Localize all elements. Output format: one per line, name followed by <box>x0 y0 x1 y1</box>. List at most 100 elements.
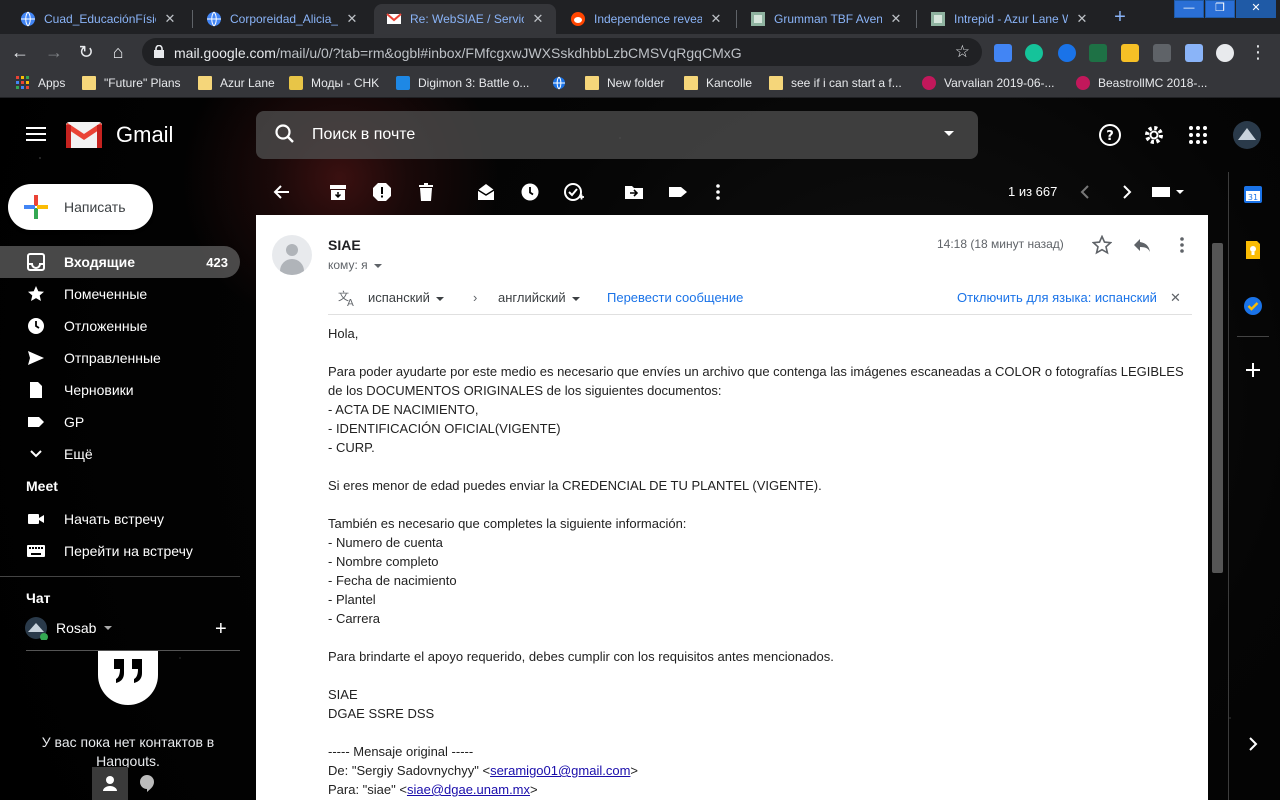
report-spam-icon[interactable] <box>372 182 392 202</box>
browser-tab[interactable]: Grumman TBF Avenge ✕ <box>738 4 914 34</box>
main-menu-icon[interactable] <box>26 127 46 145</box>
address-bar[interactable]: mail.google.com/mail/u/0/?tab=rm&ogbl#in… <box>142 38 982 66</box>
extension-icon[interactable] <box>1121 44 1139 62</box>
chat-user[interactable]: Rosab <box>24 616 113 640</box>
close-tab-icon[interactable]: ✕ <box>530 11 546 27</box>
browser-tab[interactable]: Corporeidad_Alicia_Gr ✕ <box>194 4 370 34</box>
bookmark-item[interactable]: New folder <box>585 76 664 90</box>
help-icon[interactable]: ? <box>1098 123 1122 147</box>
back-arrow-icon[interactable] <box>272 182 292 202</box>
tasks-icon[interactable] <box>1243 296 1263 316</box>
more-vertical-icon[interactable] <box>708 182 728 202</box>
chevron-right-icon[interactable] <box>1243 734 1263 754</box>
input-tools-keyboard-icon[interactable] <box>1152 182 1188 202</box>
bookmark-item[interactable]: Varvalian 2019-06-... <box>922 76 1055 90</box>
close-tab-icon[interactable]: ✕ <box>888 11 904 27</box>
compose-button[interactable]: Написать <box>8 184 153 230</box>
restore-button[interactable]: ❐ <box>1205 0 1235 18</box>
gmail-wordmark: Gmail <box>116 122 174 147</box>
translate-extension-icon[interactable] <box>994 44 1012 62</box>
reply-arrow-icon[interactable] <box>1132 235 1152 255</box>
search-options-dropdown-icon[interactable] <box>944 131 954 136</box>
profile-avatar[interactable] <box>1216 44 1234 62</box>
extension-icon[interactable] <box>1153 44 1171 62</box>
close-tab-icon[interactable]: ✕ <box>344 11 360 27</box>
keep-icon[interactable] <box>1243 240 1263 260</box>
close-window-button[interactable]: ✕ <box>1236 0 1276 18</box>
bookmark-item[interactable]: "Future" Plans <box>82 76 181 90</box>
search-icon[interactable] <box>274 123 296 145</box>
bookmark-item[interactable] <box>552 76 574 90</box>
bookmark-item[interactable]: Azur Lane <box>198 76 275 90</box>
forward-arrow-icon[interactable]: → <box>42 40 66 64</box>
nav-more[interactable]: Ещё <box>0 438 240 470</box>
bookmark-item[interactable]: Apps <box>16 76 65 90</box>
settings-gear-icon[interactable] <box>1142 123 1166 147</box>
status-dropdown-icon[interactable] <box>104 626 113 630</box>
bookmark-item[interactable]: Digimon 3: Battle o... <box>396 76 529 90</box>
close-tab-icon[interactable]: ✕ <box>708 11 724 27</box>
grammarly-extension-icon[interactable] <box>1025 44 1043 62</box>
more-vertical-icon[interactable] <box>1172 235 1192 255</box>
bookmark-item[interactable]: Моды - CHK <box>289 76 379 90</box>
star-outline-icon[interactable] <box>1092 235 1112 255</box>
reload-icon[interactable]: ↻ <box>74 40 98 64</box>
account-avatar[interactable] <box>1232 120 1262 150</box>
mark-unread-icon[interactable] <box>476 182 496 202</box>
meet-join-meeting[interactable]: Перейти на встречу <box>0 535 240 567</box>
home-icon[interactable]: ⌂ <box>106 40 130 64</box>
google-apps-grid-icon[interactable] <box>1186 123 1210 147</box>
close-tab-icon[interactable]: ✕ <box>162 11 178 27</box>
mail-search-box[interactable] <box>256 111 978 159</box>
bookmark-item[interactable]: see if i can start a f... <box>769 76 902 90</box>
new-tab-button[interactable]: + <box>1108 6 1132 30</box>
details-dropdown-icon[interactable] <box>373 263 382 268</box>
nav-sent[interactable]: Отправленные <box>0 342 240 374</box>
new-chat-plus-icon[interactable]: + <box>215 618 227 641</box>
contacts-tab[interactable] <box>92 767 128 800</box>
nav-label-gp[interactable]: GP <box>0 406 240 438</box>
extension-icon[interactable] <box>1058 44 1076 62</box>
bookmark-item[interactable]: BeastrollMC 2018-... <box>1076 76 1207 90</box>
browser-tab[interactable]: Cuad_EducaciónFísica ✕ <box>8 4 188 34</box>
nav-inbox[interactable]: Входящие 423 <box>0 246 240 278</box>
email-link[interactable]: siae@dgae.unam.mx <box>407 782 530 797</box>
nav-starred[interactable]: Помеченные <box>0 278 240 310</box>
translate-message-link[interactable]: Перевести сообщение <box>607 290 743 305</box>
bookmark-star-icon[interactable]: ☆ <box>955 42 970 62</box>
add-task-icon[interactable] <box>564 182 584 202</box>
calendar-icon[interactable]: 31 <box>1243 184 1263 204</box>
archive-icon[interactable] <box>328 182 348 202</box>
sender-name[interactable]: SIAE <box>328 237 361 253</box>
email-link[interactable]: seramigo01@gmail.com <box>490 763 630 778</box>
close-icon[interactable]: ✕ <box>1170 290 1181 306</box>
recipients-toggle[interactable]: кому: я <box>328 258 382 272</box>
excel-extension-icon[interactable] <box>1089 44 1107 62</box>
browser-tab-active[interactable]: Re: WebSIAE / Servicio ✕ <box>374 4 556 34</box>
url-host: mail.google.com <box>174 45 276 61</box>
target-language-select[interactable]: английский <box>498 290 580 305</box>
snooze-clock-icon[interactable] <box>520 182 540 202</box>
turn-off-translation-link[interactable]: Отключить для языка: испанский <box>957 290 1157 305</box>
delete-trash-icon[interactable] <box>416 182 436 202</box>
browser-tab[interactable]: Independence reveale ✕ <box>558 4 734 34</box>
bookmark-item[interactable]: Kancolle <box>684 76 752 90</box>
older-chevron-right-icon[interactable] <box>1116 182 1136 202</box>
browser-tab[interactable]: Intrepid - Azur Lane W ✕ <box>918 4 1100 34</box>
scrollbar-thumb[interactable] <box>1212 243 1223 573</box>
minimize-button[interactable]: — <box>1174 0 1204 18</box>
source-language-select[interactable]: испанский <box>368 290 444 305</box>
nav-snoozed[interactable]: Отложенные <box>0 310 240 342</box>
move-to-icon[interactable] <box>624 182 644 202</box>
newer-chevron-left-icon[interactable] <box>1076 182 1096 202</box>
close-tab-icon[interactable]: ✕ <box>1074 11 1090 27</box>
search-input[interactable] <box>312 123 872 147</box>
browser-menu-icon[interactable]: ⋮ <box>1246 40 1270 64</box>
add-addon-plus-icon[interactable] <box>1243 360 1263 380</box>
hangouts-tab[interactable] <box>132 767 162 800</box>
puzzle-extensions-icon[interactable] <box>1185 44 1203 62</box>
label-icon[interactable] <box>668 182 688 202</box>
back-arrow-icon[interactable]: ← <box>8 40 32 64</box>
meet-start-meeting[interactable]: Начать встречу <box>0 503 240 535</box>
nav-drafts[interactable]: Черновики <box>0 374 240 406</box>
